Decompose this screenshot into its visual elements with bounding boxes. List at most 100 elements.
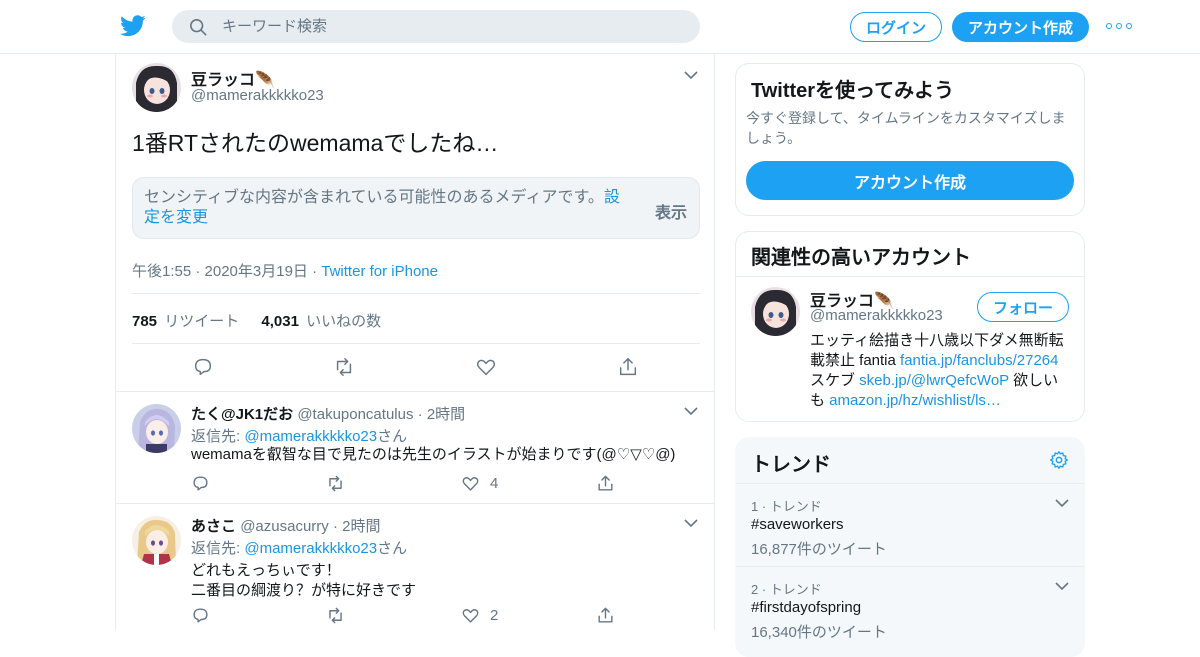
reply-actions: 2	[191, 606, 621, 626]
trend-rank: 1 · トレンド	[751, 499, 822, 514]
trend-tweet-count: 16,340件のツイート	[751, 624, 887, 641]
show-media-button[interactable]: 表示	[655, 199, 687, 223]
reply-icon[interactable]	[192, 356, 214, 378]
reply-actions: 4	[191, 474, 621, 494]
like-count[interactable]: 4	[490, 475, 498, 492]
sensitive-warning-text: センシティブな内容が含まれている可能性のあるメディアです。設定を変更	[144, 188, 634, 228]
reply-to-handle[interactable]: @mamerakkkkko23	[244, 540, 377, 557]
bio-text: スケブ	[810, 372, 860, 389]
signup-card-button[interactable]: アカウント作成	[746, 161, 1074, 200]
trends-title: トレンド	[751, 454, 831, 476]
like-count[interactable]: 2	[490, 607, 498, 624]
related-account-bio: エッティ絵描き十八歳以下ダメ無断転載禁止 fantia fantia.jp/fa…	[810, 331, 1072, 411]
bio-link[interactable]: fantia.jp/fanclubs/27264	[900, 352, 1058, 369]
reply-to-suffix: さん	[377, 540, 408, 557]
bio-link[interactable]: amazon.jp/hz/wishlist/ls…	[829, 392, 1001, 409]
reply-separator: ·	[417, 406, 423, 423]
reply-separator: ·	[332, 518, 338, 535]
reply-icon[interactable]	[191, 606, 210, 625]
reply-to: 返信先: @mamerakkkkko23さん	[191, 537, 407, 558]
reply-text: wemamaを叡智な目で見たのは先生のイラストが始まりです(@♡▽♡@)	[191, 446, 676, 463]
like-count[interactable]: 4,031	[261, 313, 299, 330]
sensitive-message: センシティブな内容が含まれている可能性のあるメディアです。	[144, 189, 604, 206]
share-icon[interactable]	[596, 606, 615, 625]
like-icon[interactable]	[461, 606, 480, 625]
chevron-down-icon[interactable]	[1055, 498, 1069, 508]
tweet-source-link[interactable]: Twitter for iPhone	[321, 263, 438, 280]
like-icon[interactable]	[461, 474, 480, 493]
related-account-handle[interactable]: @mamerakkkkko23	[810, 307, 943, 324]
follow-button[interactable]: フォロー	[977, 292, 1069, 322]
bio-link[interactable]: skeb.jp/@lwrQefcWoP	[859, 372, 1009, 389]
reply-author-handle[interactable]: @azusacurry	[240, 518, 329, 535]
signup-card: Twitterを使ってみよう 今すぐ登録して、タイムラインをカスタマイズしましょ…	[735, 63, 1085, 216]
retweet-count[interactable]: 785	[132, 313, 157, 330]
author-handle[interactable]: @mamerakkkkko23	[191, 87, 324, 104]
reply-time[interactable]: 2時間	[427, 406, 465, 423]
divider	[132, 293, 700, 294]
reply-text: どれもえっちぃです！ 二番目の綱渡り？が特に好きです	[191, 561, 701, 601]
search-input[interactable]	[222, 10, 682, 43]
gear-icon[interactable]	[1049, 450, 1069, 470]
retweet-icon[interactable]	[326, 474, 345, 493]
tweet-stats: 785 リツイート 4,031 いいねの数	[132, 310, 381, 331]
trend-rank: 2 · トレンド	[751, 582, 822, 597]
twitter-logo-icon[interactable]	[120, 14, 146, 38]
like-icon[interactable]	[475, 356, 497, 378]
sensitive-media-warning: センシティブな内容が含まれている可能性のあるメディアです。設定を変更 表示	[132, 177, 700, 239]
signup-button[interactable]: アカウント作成	[952, 12, 1089, 42]
reply-text-line: 二番目の綱渡り？が特に好きです	[191, 582, 417, 599]
reply-tweet[interactable]: たく@JK1だお @takuponcatulus · 2時間 返信先: @mam…	[116, 392, 714, 504]
reply-header: あさこ @azusacurry · 2時間	[191, 515, 380, 536]
share-icon[interactable]	[617, 356, 639, 378]
reply-author-name[interactable]: たく@JK1だお	[191, 406, 293, 423]
tweet-metadata: 午後1:55 · 2020年3月19日 · Twitter for iPhone	[132, 260, 438, 281]
trend-hashtag[interactable]: #saveworkers	[751, 516, 844, 533]
reply-header: たく@JK1だお @takuponcatulus · 2時間	[191, 403, 465, 424]
reply-to-suffix: さん	[377, 428, 408, 445]
retweet-icon[interactable]	[326, 606, 345, 625]
reply-tweet[interactable]: あさこ @azusacurry · 2時間 返信先: @mamerakkkkko…	[116, 504, 714, 630]
chevron-down-icon[interactable]	[684, 518, 698, 528]
main-tweet: 豆ラッコ🪶 @mamerakkkkko23 1番RTされたのwemamaでしたね…	[116, 54, 714, 392]
avatar[interactable]	[132, 404, 181, 453]
retweet-icon[interactable]	[333, 356, 355, 378]
like-label[interactable]: いいねの数	[306, 313, 381, 330]
reply-icon[interactable]	[191, 474, 210, 493]
avatar[interactable]	[132, 63, 181, 112]
chevron-down-icon[interactable]	[1055, 581, 1069, 591]
trend-item[interactable]: 2 · トレンド #firstdayofspring 16,340件のツイート	[736, 566, 1084, 650]
tweet-text: 1番RTされたのwemamaでしたね…	[132, 130, 499, 156]
avatar[interactable]	[132, 516, 181, 565]
tweet-actions	[116, 356, 714, 380]
share-icon[interactable]	[596, 474, 615, 493]
related-accounts-title: 関連性の高いアカウント	[751, 247, 971, 269]
main-column: 豆ラッコ🪶 @mamerakkkkko23 1番RTされたのwemamaでしたね…	[115, 54, 715, 630]
reply-author-handle[interactable]: @takuponcatulus	[297, 406, 413, 423]
reply-to-prefix: 返信先:	[191, 428, 245, 445]
reply-to-handle[interactable]: @mamerakkkkko23	[244, 428, 377, 445]
chevron-down-icon[interactable]	[684, 70, 698, 80]
tweet-timestamp[interactable]: 午後1:55 · 2020年3月19日 ·	[132, 263, 321, 280]
signup-card-title: Twitterを使ってみよう	[751, 80, 955, 102]
search-icon	[189, 18, 207, 36]
reply-author-name[interactable]: あさこ	[191, 518, 236, 535]
related-accounts-card: 関連性の高いアカウント 豆ラッコ🪶 @mamerakkkkko23 フォロー エ…	[735, 231, 1085, 422]
top-bar: ログイン アカウント作成	[0, 0, 1200, 54]
login-button[interactable]: ログイン	[850, 12, 942, 42]
trend-tweet-count: 16,877件のツイート	[751, 541, 887, 558]
signup-card-subtitle: 今すぐ登録して、タイムラインをカスタマイズしましょう。	[746, 110, 1066, 146]
retweet-label[interactable]: リツイート	[164, 313, 239, 330]
more-icon[interactable]	[1106, 18, 1132, 34]
divider	[736, 276, 1084, 277]
trend-hashtag[interactable]: #firstdayofspring	[751, 599, 861, 616]
chevron-down-icon[interactable]	[684, 406, 698, 416]
reply-text-line: どれもえっちぃです！	[191, 562, 341, 579]
trend-item[interactable]: 1 · トレンド #saveworkers 16,877件のツイート	[736, 483, 1084, 567]
trends-card: トレンド 1 · トレンド #saveworkers 16,877件のツイート …	[735, 437, 1085, 657]
reply-to-prefix: 返信先:	[191, 540, 245, 557]
divider	[132, 343, 700, 344]
search-bar[interactable]	[172, 10, 700, 43]
avatar[interactable]	[751, 287, 800, 336]
reply-time[interactable]: 2時間	[342, 518, 380, 535]
